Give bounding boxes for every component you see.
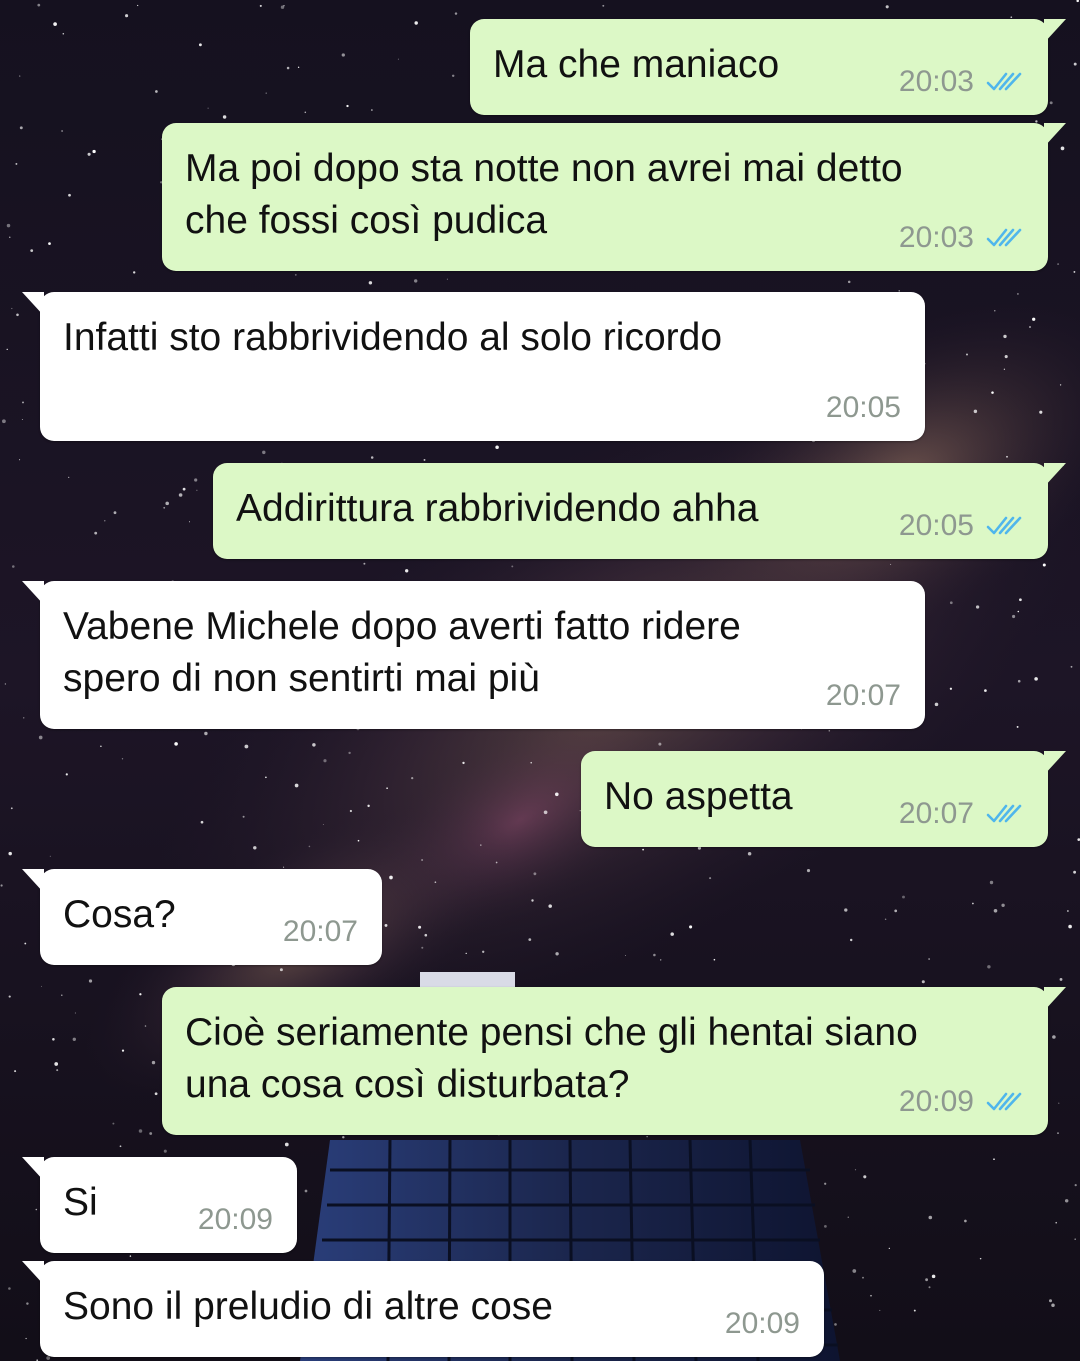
double-check-icon [974,515,1024,537]
bubble-tail [1044,19,1066,43]
outgoing-message[interactable]: Ma che maniaco 20:03 [470,19,1066,115]
incoming-message[interactable]: Vabene Michele dopo averti fatto ridere … [22,581,925,729]
double-check-icon [974,71,1024,93]
bubble-tail [22,292,44,316]
message-timestamp: 20:07 [898,797,974,830]
message-text: Addirittura rabbrividendo ahha [236,487,759,530]
message-timestamp: 20:03 [898,221,974,254]
message-text: Si [63,1181,98,1224]
message-meta: 20:07 [899,797,1024,831]
bubble-tail [1044,463,1066,487]
bubble-tail [1044,751,1066,775]
incoming-message[interactable]: Si 20:09 [22,1157,297,1253]
message-text: Cioè seriamente pensi che gli hentai sia… [185,1011,918,1106]
double-check-icon [974,1091,1024,1113]
double-check-icon [974,227,1024,249]
message-list[interactable]: Ma che maniaco 20:03 Ma poi dopo sta notte… [0,0,1080,1361]
message-meta: 20:09 [725,1307,800,1341]
incoming-message[interactable]: Cosa? 20:07 [22,869,382,965]
double-check-icon [974,803,1024,825]
bubble-tail [1044,123,1066,147]
message-text: No aspetta [604,775,793,818]
message-text: Sono il preludio di altre cose [63,1285,553,1328]
message-timestamp: 20:03 [898,65,974,98]
message-meta: 20:03 [899,221,1024,255]
message-meta: 20:03 [899,65,1024,99]
message-text: Cosa? [63,893,176,936]
message-meta: 20:09 [899,1085,1024,1119]
message-meta: 20:07 [826,679,901,713]
message-meta: 20:07 [283,915,358,949]
message-timestamp: 20:05 [825,391,901,424]
message-timestamp: 20:09 [197,1203,273,1236]
message-timestamp: 20:05 [898,509,974,542]
message-timestamp: 20:07 [282,915,358,948]
message-timestamp: 20:09 [898,1085,974,1118]
bubble-tail [22,1157,44,1181]
message-text: Ma che maniaco [493,43,780,86]
bubble-tail [22,869,44,893]
bubble-tail [22,1261,44,1285]
message-meta: 20:05 [899,509,1024,543]
outgoing-message[interactable]: Addirittura rabbrividendo ahha 20:05 [213,463,1066,559]
message-text: Vabene Michele dopo averti fatto ridere … [63,605,741,700]
bubble-tail [1044,987,1066,1011]
message-meta: 20:09 [198,1203,273,1237]
outgoing-message[interactable]: Cioè seriamente pensi che gli hentai sia… [162,987,1066,1135]
incoming-message[interactable]: Sono il preludio di altre cose 20:09 [22,1261,824,1357]
bubble-tail [22,581,44,605]
message-text: Infatti sto rabbrividendo al solo ricord… [63,316,723,359]
message-timestamp: 20:09 [724,1307,800,1340]
outgoing-message[interactable]: No aspetta 20:07 [581,751,1066,847]
message-meta: 20:05 [826,391,901,425]
outgoing-message[interactable]: Ma poi dopo sta notte non avrei mai dett… [162,123,1066,271]
message-timestamp: 20:07 [825,679,901,712]
message-text: Ma poi dopo sta notte non avrei mai dett… [185,147,903,242]
incoming-message[interactable]: Infatti sto rabbrividendo al solo ricord… [22,292,925,441]
